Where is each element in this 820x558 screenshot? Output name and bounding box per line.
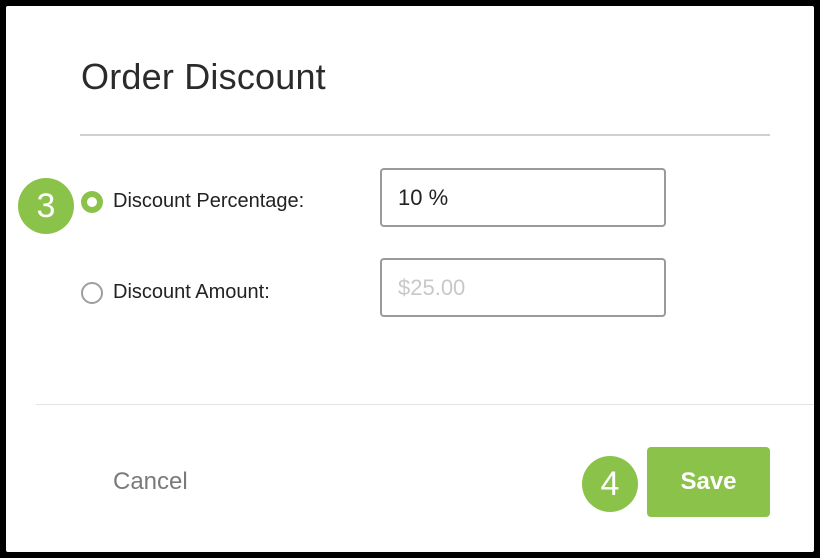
step-3-badge: 3 — [18, 178, 74, 234]
discount-amount-input[interactable] — [380, 258, 666, 317]
discount-percentage-input[interactable] — [380, 168, 666, 227]
discount-percentage-radio[interactable] — [81, 191, 103, 213]
step-4-badge: 4 — [582, 456, 638, 512]
title-divider — [80, 134, 770, 136]
cancel-button[interactable]: Cancel — [113, 468, 188, 496]
discount-percentage-label[interactable]: Discount Percentage: — [113, 190, 304, 213]
dialog-title: Order Discount — [81, 56, 326, 97]
discount-amount-label[interactable]: Discount Amount: — [113, 281, 270, 304]
save-button[interactable]: Save — [647, 447, 770, 517]
footer-divider — [36, 404, 814, 405]
order-discount-dialog: Order Discount Discount Percentage: Disc… — [6, 6, 814, 552]
discount-amount-radio[interactable] — [81, 282, 103, 304]
